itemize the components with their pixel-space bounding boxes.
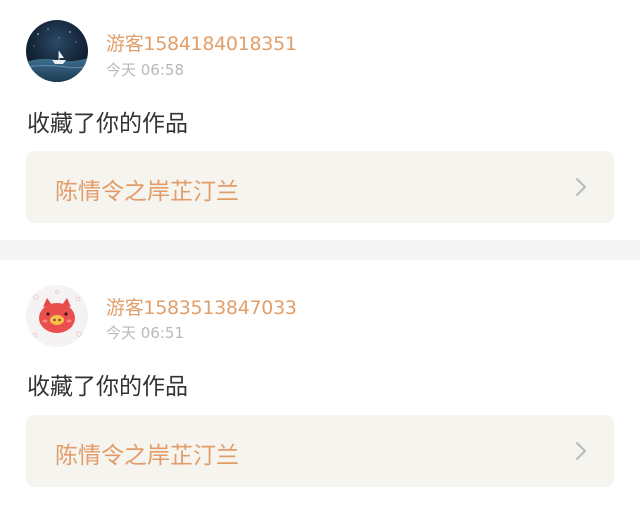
avatar[interactable] xyxy=(26,20,88,82)
night-sky-boat-avatar-icon xyxy=(26,20,88,82)
timestamp: 今天 06:58 xyxy=(106,61,184,79)
work-title: 陈情令之岸芷汀兰 xyxy=(55,443,239,469)
action-text: 收藏了你的作品 xyxy=(27,374,188,400)
username[interactable]: 游客1583513847033 xyxy=(106,293,297,320)
divider xyxy=(0,240,640,260)
notification-feed: 游客1584184018351 今天 06:58 收藏了你的作品 陈情令之岸芷汀… xyxy=(0,0,640,507)
work-title: 陈情令之岸芷汀兰 xyxy=(55,179,239,205)
chevron-right-icon xyxy=(576,442,586,460)
timestamp: 今天 06:51 xyxy=(106,324,184,342)
chevron-right-icon xyxy=(576,178,586,196)
work-link-card[interactable]: 陈情令之岸芷汀兰 xyxy=(26,151,614,223)
notification-item: 游客1583513847033 今天 06:51 收藏了你的作品 陈情令之岸芷汀… xyxy=(0,260,640,507)
notification-item: 游客1584184018351 今天 06:58 收藏了你的作品 陈情令之岸芷汀… xyxy=(0,0,640,240)
red-pig-avatar-icon xyxy=(26,285,88,347)
avatar[interactable] xyxy=(26,285,88,347)
action-text: 收藏了你的作品 xyxy=(27,111,188,137)
username[interactable]: 游客1584184018351 xyxy=(106,29,297,56)
work-link-card[interactable]: 陈情令之岸芷汀兰 xyxy=(26,415,614,487)
